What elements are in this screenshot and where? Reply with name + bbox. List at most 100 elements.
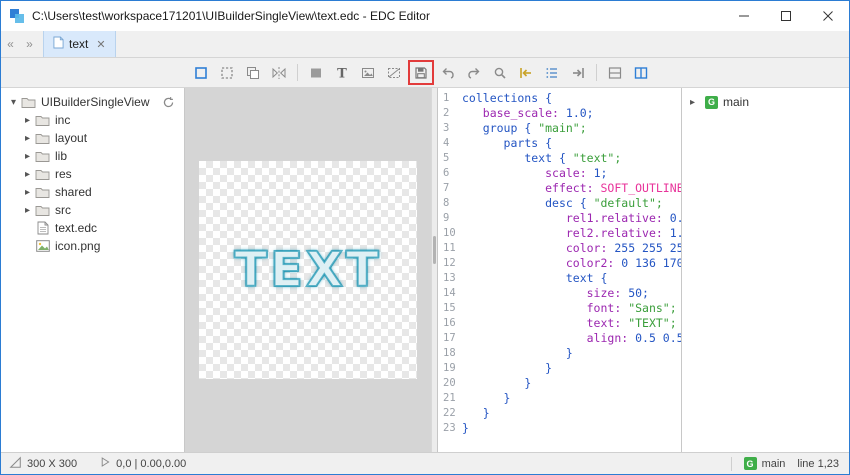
code-line[interactable]: 10 rel2.relative: 1.0 1.0;	[438, 226, 681, 241]
image-part-button[interactable]	[356, 61, 380, 85]
nav-back-icon[interactable]: «	[1, 31, 20, 57]
refresh-icon[interactable]	[162, 96, 175, 109]
code-line[interactable]: 15 font: "Sans";	[438, 301, 681, 316]
expander-icon[interactable]: ▸	[21, 151, 34, 162]
rubber-band-select-button[interactable]	[215, 61, 239, 85]
nav-forward-icon[interactable]: »	[20, 31, 39, 57]
line-numbers-button[interactable]	[540, 61, 564, 85]
toolbar-separator	[596, 64, 597, 81]
code-line[interactable]: 14 size: 50;	[438, 286, 681, 301]
find-button[interactable]	[488, 61, 512, 85]
tree-item-res[interactable]: ▸ res	[1, 165, 184, 183]
code-line[interactable]: 3 group { "main";	[438, 121, 681, 136]
code-line[interactable]: 13 text {	[438, 271, 681, 286]
canvas-checker-area[interactable]: TEXT	[199, 161, 417, 379]
code-line[interactable]: 9 rel1.relative: 0.0 0.0;	[438, 211, 681, 226]
save-button[interactable]	[410, 62, 432, 83]
folder-icon	[34, 131, 51, 146]
tree-item-uibuildersingleview[interactable]: ▾UIBuilderSingleView	[1, 93, 184, 111]
splitter-handle-icon[interactable]	[433, 236, 436, 264]
tree-item-icon-png[interactable]: icon.png	[1, 237, 184, 255]
tree-item-label: text.edc	[55, 221, 97, 235]
code-line[interactable]: 22 }	[438, 406, 681, 421]
status-right: G main line 1,23	[731, 457, 839, 471]
code-line[interactable]: 23}	[438, 421, 681, 436]
line-number: 7	[438, 181, 462, 196]
text-part-button[interactable]: T	[330, 61, 354, 85]
select-tool-button[interactable]	[189, 61, 213, 85]
code-line[interactable]: 17 align: 0.5 0.5;	[438, 331, 681, 346]
mirror-button[interactable]	[267, 61, 291, 85]
code-line[interactable]: 16 text: "TEXT";	[438, 316, 681, 331]
line-number: 12	[438, 256, 462, 271]
goto-line-button[interactable]	[514, 61, 538, 85]
line-number: 5	[438, 151, 462, 166]
code-line[interactable]: 4 parts {	[438, 136, 681, 151]
line-number: 19	[438, 361, 462, 376]
tree-item-src[interactable]: ▸ src	[1, 201, 184, 219]
code-line[interactable]: 12 color2: 0 136 170 100;	[438, 256, 681, 271]
line-number: 8	[438, 196, 462, 211]
canvas-panel[interactable]: TEXT	[185, 88, 431, 452]
code-line[interactable]: 6 scale: 1;	[438, 166, 681, 181]
toolbar: T	[1, 58, 849, 88]
pointer-status: 0,0 | 0.00,0.00	[99, 456, 186, 471]
code-line[interactable]: 21 }	[438, 391, 681, 406]
expander-icon[interactable]: ▸	[21, 187, 34, 198]
folder-icon	[34, 203, 51, 218]
spacer-part-button[interactable]	[382, 61, 406, 85]
tree-item-lib[interactable]: ▸lib	[1, 147, 184, 165]
tree-item-label: shared	[55, 185, 92, 199]
code-text: parts {	[462, 136, 552, 151]
tree-item-layout[interactable]: ▸layout	[1, 129, 184, 147]
close-button[interactable]	[807, 1, 849, 31]
vertical-layout-button[interactable]	[629, 61, 653, 85]
undo-button[interactable]	[436, 61, 460, 85]
panel-splitter[interactable]	[431, 88, 438, 452]
chevron-right-icon[interactable]: ▸	[690, 97, 700, 108]
code-text: }	[462, 406, 490, 421]
expander-icon[interactable]: ▸	[21, 133, 34, 144]
tab-close-icon[interactable]: ✕	[96, 38, 105, 51]
code-editor[interactable]: 1collections {2 base_scale: 1.0;3 group …	[438, 88, 681, 452]
tree-item-text-edc[interactable]: text.edc	[1, 219, 184, 237]
expander-icon[interactable]: ▾	[7, 97, 20, 108]
line-number: 22	[438, 406, 462, 421]
expander-icon[interactable]: ▸	[21, 205, 34, 216]
expander-icon[interactable]: ▸	[21, 115, 34, 126]
code-line[interactable]: 5 text { "text";	[438, 151, 681, 166]
line-number: 9	[438, 211, 462, 226]
code-line[interactable]: 8 desc { "default";	[438, 196, 681, 211]
code-line[interactable]: 19 }	[438, 361, 681, 376]
code-line[interactable]: 11 color: 255 255 255 255;	[438, 241, 681, 256]
window-title: C:\Users\test\workspace171201\UIBuilderS…	[32, 9, 723, 23]
code-text: text { "text";	[462, 151, 621, 166]
expander-icon[interactable]: ▸	[21, 169, 34, 180]
code-text: align: 0.5 0.5;	[462, 331, 681, 346]
tree-item-inc[interactable]: ▸inc	[1, 111, 184, 129]
duplicate-button[interactable]	[241, 61, 265, 85]
code-text: text: "TEXT";	[462, 316, 677, 331]
line-number: 13	[438, 271, 462, 286]
main-area: ▾UIBuilderSingleView▸inc▸layout▸lib▸res▸…	[1, 88, 849, 452]
code-line[interactable]: 20 }	[438, 376, 681, 391]
code-line[interactable]: 18 }	[438, 346, 681, 361]
minimize-button[interactable]	[723, 1, 765, 31]
rect-part-button[interactable]	[304, 61, 328, 85]
tab-bar: « » text ✕	[1, 31, 849, 58]
current-group-status: G main	[744, 457, 786, 470]
redo-button[interactable]	[462, 61, 486, 85]
file-tree[interactable]: ▾UIBuilderSingleView▸inc▸layout▸lib▸res▸…	[1, 88, 185, 452]
tree-item-shared[interactable]: ▸ shared	[1, 183, 184, 201]
group-tree-item-main[interactable]: ▸ G main	[690, 95, 849, 109]
tree-item-label: res	[55, 167, 72, 181]
horizontal-layout-button[interactable]	[603, 61, 627, 85]
code-line[interactable]: 7 effect: SOFT_OUTLINE;	[438, 181, 681, 196]
code-line[interactable]: 1collections {	[438, 91, 681, 106]
tab-text[interactable]: text ✕	[43, 31, 116, 57]
tree-item-label: src	[55, 203, 71, 217]
code-line[interactable]: 2 base_scale: 1.0;	[438, 106, 681, 121]
maximize-button[interactable]	[765, 1, 807, 31]
line-number: 18	[438, 346, 462, 361]
indent-button[interactable]	[566, 61, 590, 85]
